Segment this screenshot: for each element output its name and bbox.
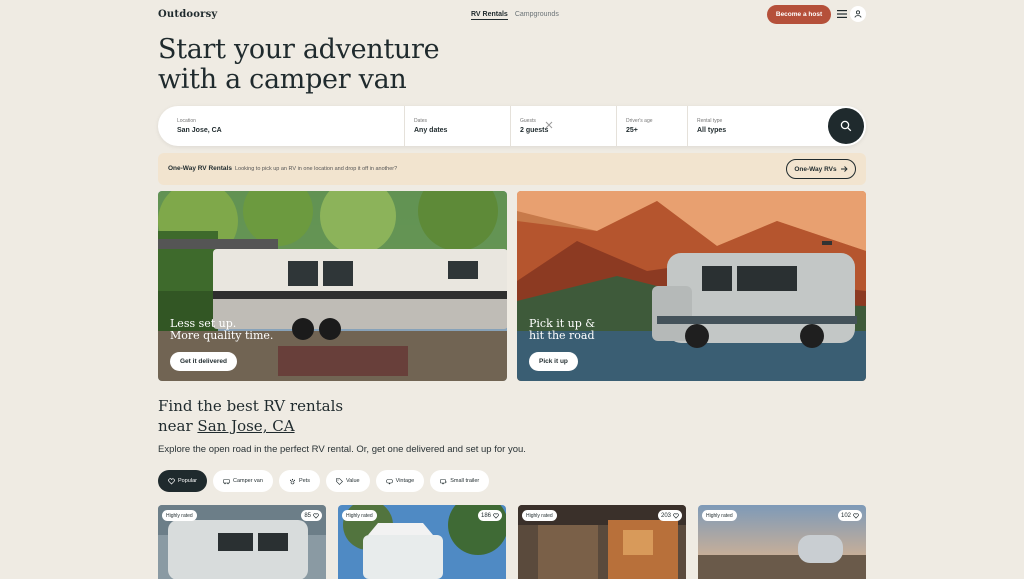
hero-title-line2: with a camper van <box>158 64 407 95</box>
pick-it-up-button[interactable]: Pick it up <box>529 352 578 371</box>
vintage-icon <box>385 478 393 484</box>
user-icon <box>854 10 862 18</box>
hero-title-line1: Start your adventure <box>158 34 440 65</box>
drivers-age-field[interactable]: Driver's age 25+ <box>626 106 681 146</box>
pickup-promo-card[interactable]: Pick it up & hit the road Pick it up <box>517 191 866 381</box>
dates-label: Dates <box>414 118 428 124</box>
location-field[interactable]: Location San Jose, CA <box>177 106 397 146</box>
guests-field[interactable]: Guests 2 guests <box>520 106 610 146</box>
listing-card[interactable]: Highly rated 203 <box>518 505 686 579</box>
listing-card[interactable]: Highly rated 186 <box>338 505 506 579</box>
one-way-title: One-Way RV Rentals <box>168 165 232 172</box>
chip-vintage[interactable]: Vintage <box>375 470 425 492</box>
divider <box>687 106 688 146</box>
chip-pets[interactable]: Pets <box>278 470 320 492</box>
delivery-promo-card[interactable]: Less set up. More quality time. Get it d… <box>158 191 507 381</box>
section-title-prefix: near <box>158 417 198 435</box>
top-nav: Outdoorsy RV Rentals Campgrounds Become … <box>0 0 1024 30</box>
drivers-age-label: Driver's age <box>626 118 653 124</box>
nav-tabs: RV Rentals Campgrounds <box>471 11 559 20</box>
guests-label: Guests <box>520 118 536 124</box>
favorite-button[interactable]: 102 <box>837 510 862 521</box>
heart-icon <box>853 512 859 519</box>
section-description: Explore the open road in the perfect RV … <box>158 444 526 455</box>
search-button[interactable] <box>828 108 864 144</box>
listing-card[interactable]: Highly rated 102 <box>698 505 866 579</box>
van-icon <box>223 478 230 484</box>
heart-icon <box>673 512 679 519</box>
one-way-button-label: One-Way RVs <box>794 165 837 173</box>
highly-rated-badge: Highly rated <box>522 510 557 521</box>
chip-label: Pets <box>298 478 310 484</box>
highly-rated-badge: Highly rated <box>162 510 197 521</box>
favorite-count: 203 <box>660 512 671 519</box>
one-way-description: Looking to pick up an RV in one location… <box>235 166 398 172</box>
search-bar: Location San Jose, CA Dates Any dates Gu… <box>158 106 866 146</box>
chip-label: Camper van <box>232 478 263 484</box>
dates-field[interactable]: Dates Any dates <box>414 106 504 146</box>
chip-value[interactable]: Value <box>325 470 370 492</box>
chip-label: Value <box>345 478 360 484</box>
hero-title: Start your adventure with a camper van <box>158 34 440 95</box>
paw-icon <box>289 478 295 484</box>
chip-label: Small trailer <box>450 478 480 484</box>
rental-type-value: All types <box>697 127 727 134</box>
section-title-line2: near San Jose, CA <box>158 416 343 436</box>
favorite-button[interactable]: 186 <box>477 510 502 521</box>
divider <box>510 106 511 146</box>
heart-icon <box>168 477 175 485</box>
pickup-promo-line2: hit the road <box>529 329 595 342</box>
location-label: Location <box>177 118 196 124</box>
arrow-right-icon <box>840 166 848 172</box>
tab-campgrounds[interactable]: Campgrounds <box>515 11 559 20</box>
section-title-line1: Find the best RV rentals <box>158 397 344 415</box>
filter-chips: Popular Camper van Pets Value Vintage Sm… <box>158 470 490 492</box>
dates-value: Any dates <box>414 127 448 134</box>
user-menu-button[interactable] <box>850 6 866 22</box>
favorite-count: 186 <box>480 512 491 519</box>
chip-label: Vintage <box>395 478 415 484</box>
highly-rated-badge: Highly rated <box>702 510 737 521</box>
chip-label: Popular <box>178 478 197 484</box>
chip-camper-van[interactable]: Camper van <box>212 470 273 492</box>
guests-value: 2 guests <box>520 127 549 134</box>
rental-type-label: Rental type <box>697 118 723 124</box>
heart-icon <box>493 512 499 519</box>
favorite-button[interactable]: 203 <box>657 510 682 521</box>
drivers-age-value: 25+ <box>626 127 638 134</box>
trailer-icon <box>440 478 447 484</box>
favorite-count: 102 <box>840 512 851 519</box>
tab-rv-rentals[interactable]: RV Rentals <box>471 11 508 20</box>
search-icon <box>840 120 852 132</box>
chip-small-trailer[interactable]: Small trailer <box>430 470 490 492</box>
rental-type-field[interactable]: Rental type All types <box>697 106 797 146</box>
outdoorsy-logo[interactable]: Outdoorsy <box>158 9 217 20</box>
highly-rated-badge: Highly rated <box>342 510 377 521</box>
favorite-button[interactable]: 85 <box>301 510 322 521</box>
section-location-link[interactable]: San Jose, CA <box>197 417 294 435</box>
become-host-button[interactable]: Become a host <box>767 5 831 24</box>
chip-popular[interactable]: Popular <box>158 470 207 492</box>
divider <box>616 106 617 146</box>
pickup-promo-text: Pick it up & hit the road <box>529 318 595 342</box>
one-way-banner: One-Way RV Rentals Looking to pick up an… <box>158 153 866 185</box>
tag-icon <box>336 477 343 485</box>
get-it-delivered-button[interactable]: Get it delivered <box>170 352 237 371</box>
delivery-promo-line2: More quality time. <box>170 329 274 342</box>
section-title: Find the best RV rentals near San Jose, … <box>158 396 343 436</box>
hamburger-menu-icon[interactable] <box>837 10 847 18</box>
listing-card[interactable]: Highly rated 85 <box>158 505 326 579</box>
one-way-rvs-button[interactable]: One-Way RVs <box>786 159 856 179</box>
divider <box>404 106 405 146</box>
location-value: San Jose, CA <box>177 127 222 134</box>
favorite-count: 85 <box>304 512 311 519</box>
delivery-promo-text: Less set up. More quality time. <box>170 318 273 342</box>
heart-icon <box>313 512 319 519</box>
